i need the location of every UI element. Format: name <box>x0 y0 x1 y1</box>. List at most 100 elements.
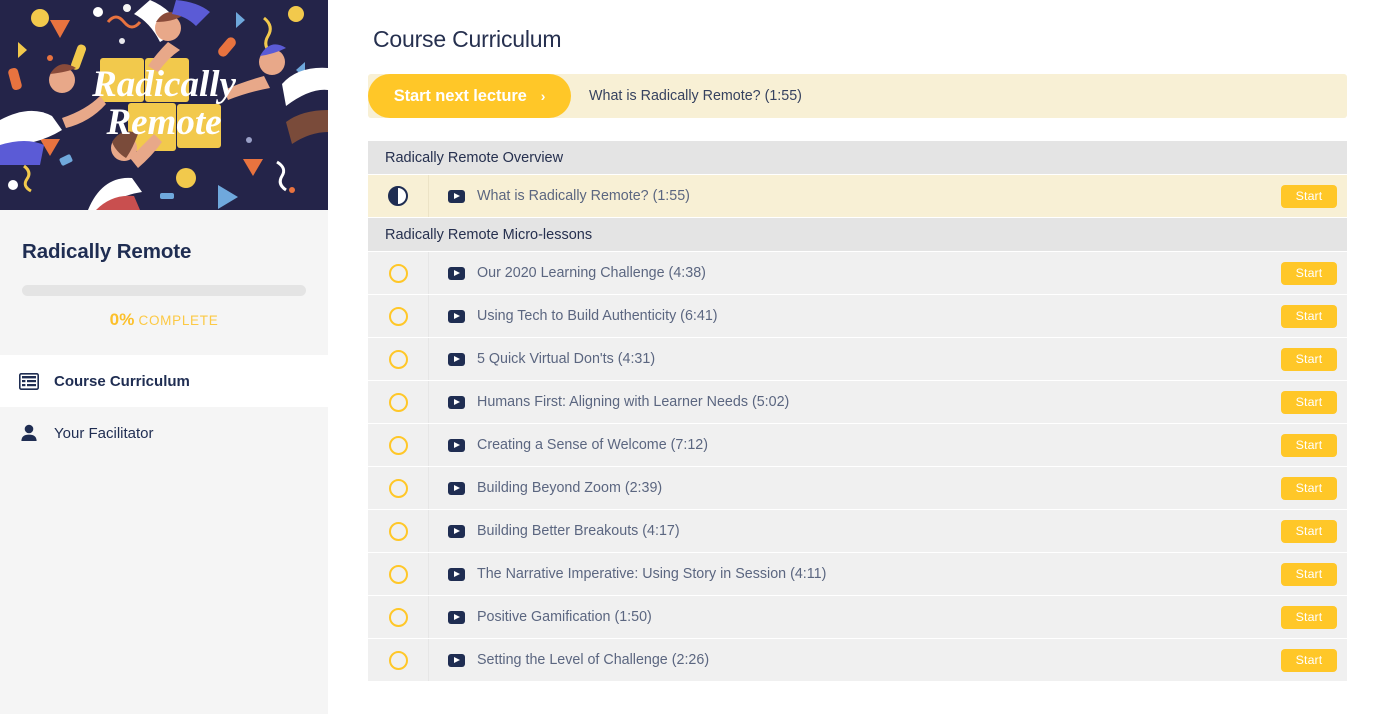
list-icon <box>18 370 40 392</box>
video-play-icon <box>448 653 465 667</box>
empty-circle-icon <box>388 392 408 412</box>
sidebar-item-course-curriculum[interactable]: Course Curriculum <box>0 355 328 407</box>
lecture-status-cell <box>368 596 429 638</box>
lecture-title: Using Tech to Build Authenticity (6:41) <box>477 308 718 324</box>
course-banner-illustration: Radically Remote <box>0 0 328 210</box>
video-play-icon <box>448 524 465 538</box>
lecture-action-cell: Start <box>1281 648 1347 672</box>
video-play-icon <box>448 266 465 280</box>
lecture-main-cell: Creating a Sense of Welcome (7:12) <box>429 437 1281 453</box>
lecture-row[interactable]: Positive Gamification (1:50) Start <box>368 596 1347 638</box>
lecture-title: Our 2020 Learning Challenge (4:38) <box>477 265 706 281</box>
empty-circle-icon <box>388 521 408 541</box>
sidebar-item-label: Course Curriculum <box>54 372 190 390</box>
lecture-title: Building Better Breakouts (4:17) <box>477 523 680 539</box>
lecture-row[interactable]: Building Beyond Zoom (2:39) Start <box>368 467 1347 509</box>
video-play-icon <box>448 189 465 203</box>
video-play-icon <box>448 395 465 409</box>
video-play-icon <box>448 309 465 323</box>
start-lecture-button[interactable]: Start <box>1281 605 1337 629</box>
sidebar-item-your-facilitator[interactable]: Your Facilitator <box>0 407 328 459</box>
lecture-action-cell: Start <box>1281 476 1347 500</box>
start-lecture-button[interactable]: Start <box>1281 519 1337 543</box>
lecture-main-cell: Using Tech to Build Authenticity (6:41) <box>429 308 1281 324</box>
start-lecture-button[interactable]: Start <box>1281 433 1337 457</box>
start-lecture-button[interactable]: Start <box>1281 347 1337 371</box>
start-next-lecture-label: Start next lecture <box>393 86 527 105</box>
lecture-action-cell: Start <box>1281 261 1347 285</box>
lecture-row[interactable]: Using Tech to Build Authenticity (6:41) S… <box>368 295 1347 337</box>
empty-circle-icon <box>388 306 408 326</box>
lecture-row[interactable]: Setting the Level of Challenge (2:26) Sta… <box>368 639 1347 681</box>
lecture-main-cell: Our 2020 Learning Challenge (4:38) <box>429 265 1281 281</box>
lecture-action-cell: Start <box>1281 605 1347 629</box>
lecture-row[interactable]: What is Radically Remote? (1:55) Start <box>368 175 1347 217</box>
svg-text:Remote: Remote <box>105 102 221 143</box>
sidebar-item-label: Your Facilitator <box>54 424 154 442</box>
lecture-row[interactable]: The Narrative Imperative: Using Story in… <box>368 553 1347 595</box>
section-header: Radically Remote Micro-lessons <box>368 218 1347 251</box>
lecture-row[interactable]: 5 Quick Virtual Don'ts (4:31) Start <box>368 338 1347 380</box>
start-lecture-button[interactable]: Start <box>1281 390 1337 414</box>
lecture-title: The Narrative Imperative: Using Story in… <box>477 566 827 582</box>
lecture-main-cell: What is Radically Remote? (1:55) <box>429 188 1281 204</box>
course-progress: 0% COMPLETE <box>0 264 328 330</box>
lecture-status-cell <box>368 553 429 595</box>
video-play-icon <box>448 352 465 366</box>
lecture-status-cell <box>368 252 429 294</box>
video-play-icon <box>448 438 465 452</box>
course-page: Radically Remote Radically Remote 0% COM… <box>0 0 1386 714</box>
course-title: Radically Remote <box>22 240 192 263</box>
lecture-status-cell <box>368 175 429 217</box>
lecture-status-cell <box>368 510 429 552</box>
lecture-main-cell: Humans First: Aligning with Learner Need… <box>429 394 1281 410</box>
lecture-row[interactable]: Creating a Sense of Welcome (7:12) Start <box>368 424 1347 466</box>
lecture-status-cell <box>368 338 429 380</box>
empty-circle-icon <box>388 349 408 369</box>
lecture-main-cell: Setting the Level of Challenge (2:26) <box>429 652 1281 668</box>
lecture-status-cell <box>368 467 429 509</box>
section-header: Radically Remote Overview <box>368 141 1347 174</box>
lecture-status-cell <box>368 295 429 337</box>
progress-label: 0% COMPLETE <box>22 296 306 330</box>
lecture-action-cell: Start <box>1281 347 1347 371</box>
page-title: Course Curriculum <box>373 26 562 52</box>
svg-text:Radically: Radically <box>91 64 236 105</box>
lecture-row[interactable]: Humans First: Aligning with Learner Need… <box>368 381 1347 423</box>
start-lecture-button[interactable]: Start <box>1281 304 1337 328</box>
lecture-row[interactable]: Building Better Breakouts (4:17) Start <box>368 510 1347 552</box>
half-circle-icon <box>388 186 408 206</box>
lecture-action-cell: Start <box>1281 304 1347 328</box>
lecture-title: Humans First: Aligning with Learner Need… <box>477 394 790 410</box>
lecture-main-cell: 5 Quick Virtual Don'ts (4:31) <box>429 351 1281 367</box>
lecture-title: What is Radically Remote? (1:55) <box>477 188 690 204</box>
start-next-lecture-button[interactable]: Start next lecture › <box>368 74 571 118</box>
lecture-main-cell: Building Beyond Zoom (2:39) <box>429 480 1281 496</box>
start-lecture-button[interactable]: Start <box>1281 476 1337 500</box>
lecture-status-cell <box>368 424 429 466</box>
lecture-action-cell: Start <box>1281 562 1347 586</box>
lecture-action-cell: Start <box>1281 433 1347 457</box>
empty-circle-icon <box>388 607 408 627</box>
course-sidebar: Radically Remote Radically Remote 0% COM… <box>0 0 328 714</box>
sidebar-nav: Course Curriculum Your Facilitator <box>0 355 328 459</box>
next-lecture-banner: Start next lecture › What is Radically R… <box>368 74 1347 118</box>
lecture-row[interactable]: Our 2020 Learning Challenge (4:38) Start <box>368 252 1347 294</box>
lecture-main-cell: Positive Gamification (1:50) <box>429 609 1281 625</box>
lecture-action-cell: Start <box>1281 184 1347 208</box>
lecture-action-cell: Start <box>1281 519 1347 543</box>
lecture-title: Building Beyond Zoom (2:39) <box>477 480 663 496</box>
lecture-title: 5 Quick Virtual Don'ts (4:31) <box>477 351 656 367</box>
empty-circle-icon <box>388 478 408 498</box>
start-lecture-button[interactable]: Start <box>1281 562 1337 586</box>
lecture-title: Positive Gamification (1:50) <box>477 609 652 625</box>
progress-bar-track <box>22 285 306 296</box>
start-lecture-button[interactable]: Start <box>1281 184 1337 208</box>
progress-complete-word: COMPLETE <box>138 313 219 328</box>
start-lecture-button[interactable]: Start <box>1281 648 1337 672</box>
next-lecture-title: What is Radically Remote? (1:55) <box>589 88 802 104</box>
empty-circle-icon <box>388 564 408 584</box>
start-lecture-button[interactable]: Start <box>1281 261 1337 285</box>
banner-artwork: Radically Remote <box>0 0 328 210</box>
lecture-main-cell: Building Better Breakouts (4:17) <box>429 523 1281 539</box>
